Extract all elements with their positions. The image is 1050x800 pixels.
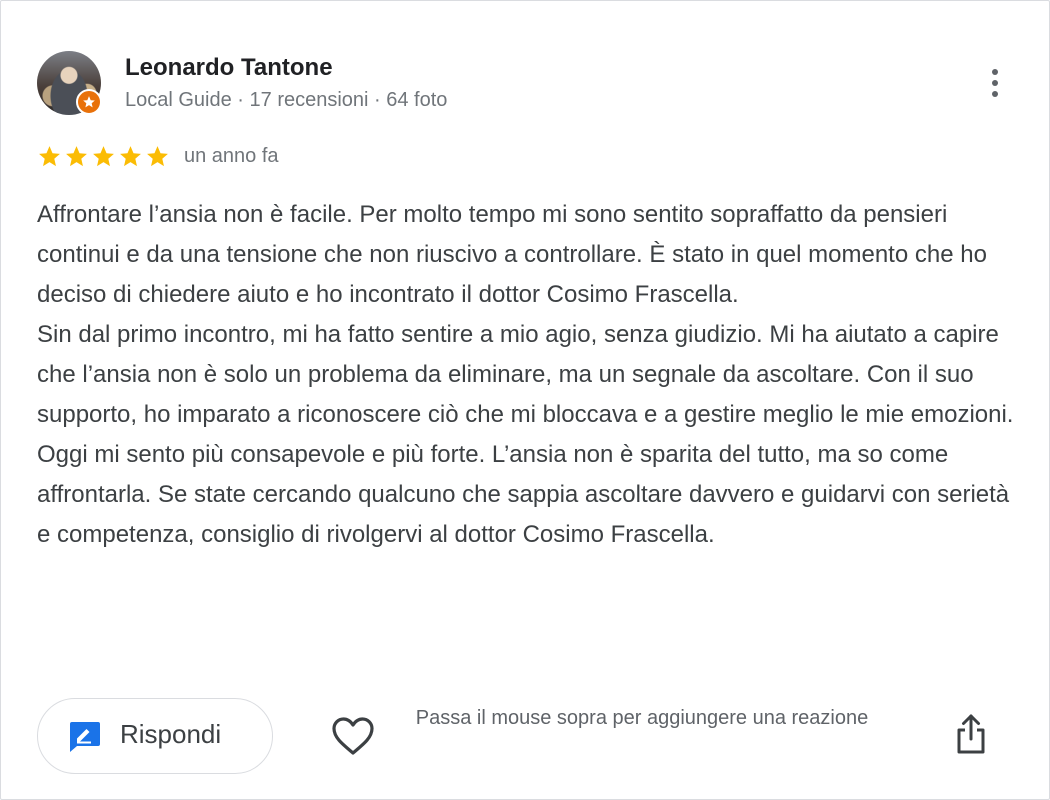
star-icon xyxy=(66,145,87,166)
heart-icon[interactable] xyxy=(331,715,375,757)
star-icon xyxy=(120,145,141,166)
star-icon xyxy=(83,96,95,108)
reviewer-meta: Local Guide · 17 recensioni · 64 foto xyxy=(125,89,448,111)
review-date: un anno fa xyxy=(184,144,279,167)
local-guide-badge-icon xyxy=(76,89,102,115)
more-options-button[interactable] xyxy=(977,63,1013,103)
star-icon xyxy=(39,145,60,166)
review-text: Affrontare l’ansia non è facile. Per mol… xyxy=(37,195,1022,555)
rating-row: un anno fa xyxy=(37,141,279,171)
more-vert-icon-dot xyxy=(992,80,998,86)
reply-button-label: Rispondi xyxy=(120,719,222,749)
share-icon[interactable] xyxy=(954,713,988,755)
reply-button[interactable]: Rispondi xyxy=(37,698,273,774)
more-vert-icon-dot xyxy=(992,91,998,97)
star-icon xyxy=(93,145,114,166)
review-card: Leonardo Tantone Local Guide · 17 recens… xyxy=(0,0,1050,800)
star-icon xyxy=(147,145,168,166)
reviewer-name[interactable]: Leonardo Tantone xyxy=(125,54,333,82)
star-rating xyxy=(37,144,170,169)
reply-edit-icon xyxy=(70,722,100,752)
review-paragraph: Affrontare l’ansia non è facile. Per mol… xyxy=(37,201,987,308)
review-paragraph: Sin dal primo incontro, mi ha fatto sent… xyxy=(37,321,1014,548)
reaction-hint: Passa il mouse sopra per aggiungere una … xyxy=(415,707,869,729)
more-vert-icon xyxy=(992,69,998,75)
